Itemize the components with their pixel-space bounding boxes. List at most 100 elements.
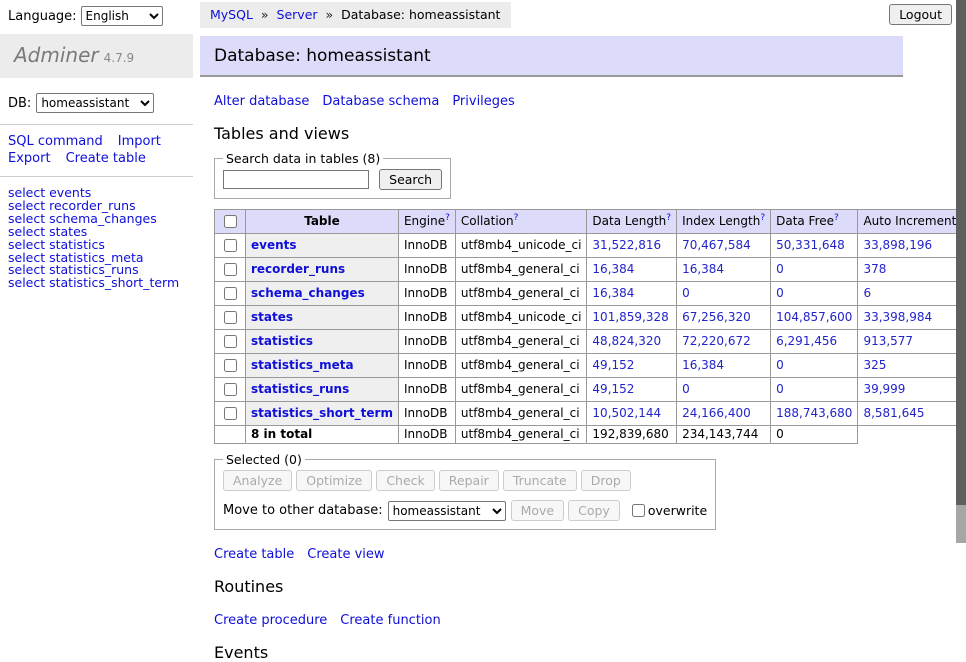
move-button[interactable]: Move — [511, 500, 565, 521]
auto-increment-cell: 33,398,984 — [858, 306, 966, 330]
search-button[interactable]: Search — [379, 169, 442, 190]
auto-increment-cell: 33,898,196 — [858, 234, 966, 258]
collation-cell: utf8mb4_general_ci — [455, 282, 587, 306]
routine-create-link[interactable]: Create function — [340, 613, 440, 628]
index-length-cell: 0 — [677, 282, 771, 306]
table-name-cell: statistics — [246, 330, 399, 354]
logout-area: Logout — [889, 4, 952, 25]
copy-button[interactable]: Copy — [568, 500, 620, 521]
move-label: Move to other database: — [223, 503, 383, 518]
breadcrumb-link[interactable]: MySQL — [210, 7, 253, 22]
move-db-select[interactable]: homeassistant — [388, 501, 506, 521]
help-link-icon[interactable]: ? — [445, 213, 450, 223]
selected-legend: Selected (0) — [223, 452, 305, 467]
database-action-link[interactable]: Privileges — [452, 94, 515, 109]
language-select[interactable]: English — [81, 6, 163, 26]
total-engine-cell: InnoDB — [398, 426, 455, 444]
index-length-cell: 70,467,584 — [677, 234, 771, 258]
help-link-icon[interactable]: ? — [666, 213, 671, 223]
row-checkbox[interactable] — [224, 287, 237, 300]
row-checkbox[interactable] — [224, 383, 237, 396]
sidebar-action-link[interactable]: Export — [8, 151, 51, 166]
header-row: TableEngine?Collation?Data Length?Index … — [215, 210, 966, 234]
overwrite-checkbox[interactable] — [632, 504, 645, 517]
row-checkbox[interactable] — [224, 407, 237, 420]
db-label: DB: — [8, 96, 31, 111]
help-link-icon[interactable]: ? — [760, 213, 765, 223]
check-button[interactable]: Check — [376, 470, 434, 491]
search-legend: Search data in tables (8) — [223, 151, 383, 166]
table-name-link[interactable]: states — [251, 310, 293, 324]
db-select[interactable]: homeassistant — [36, 93, 154, 113]
ghost-cell — [858, 426, 966, 444]
total-collation-cell: utf8mb4_general_ci — [455, 426, 587, 444]
table-name-cell: events — [246, 234, 399, 258]
truncate-button[interactable]: Truncate — [503, 470, 577, 491]
row-checkbox[interactable] — [224, 263, 237, 276]
breadcrumb-link[interactable]: Server — [277, 7, 318, 22]
sidebar-action-link[interactable]: SQL command — [8, 134, 103, 149]
table-row: eventsInnoDButf8mb4_unicode_ci31,522,816… — [215, 234, 966, 258]
column-header-data-free: Data Free? — [771, 210, 858, 234]
database-action-link[interactable]: Alter database — [214, 94, 309, 109]
row-checkbox[interactable] — [224, 335, 237, 348]
routines-heading: Routines — [214, 577, 903, 596]
help-link-icon[interactable]: ? — [834, 213, 839, 223]
search-input[interactable] — [223, 170, 369, 189]
routine-create-link[interactable]: Create procedure — [214, 613, 327, 628]
help-link-icon[interactable]: ? — [514, 213, 519, 223]
breadcrumb-separator: » — [257, 7, 273, 22]
scrollbar-thumb[interactable] — [956, 0, 966, 505]
sidebar-links-row: Export Create table — [8, 150, 193, 167]
index-length-cell: 0 — [677, 378, 771, 402]
table-name-link[interactable]: statistics_runs — [251, 382, 349, 396]
row-checkbox[interactable] — [224, 239, 237, 252]
table-row: schema_changesInnoDButf8mb4_general_ci16… — [215, 282, 966, 306]
table-row: recorder_runsInnoDButf8mb4_general_ci16,… — [215, 258, 966, 282]
table-name-link[interactable]: statistics_short_term — [251, 406, 393, 420]
engine-cell: InnoDB — [398, 378, 455, 402]
optimize-button[interactable]: Optimize — [296, 470, 372, 491]
drop-button[interactable]: Drop — [581, 470, 631, 491]
vertical-scrollbar[interactable] — [956, 0, 966, 543]
selected-fieldset: Selected (0) AnalyzeOptimizeCheckRepairT… — [214, 452, 716, 530]
tables-table-head: TableEngine?Collation?Data Length?Index … — [215, 210, 966, 234]
data-free-cell: 0 — [771, 282, 858, 306]
select-all-checkbox[interactable] — [224, 215, 237, 228]
table-name-cell: states — [246, 306, 399, 330]
search-fieldset: Search data in tables (8) Search — [214, 151, 451, 199]
sidebar-action-link[interactable]: Import — [118, 134, 161, 149]
sidebar-actions: SQL command Import Export Create table — [0, 125, 193, 176]
page-title: Database: homeassistant — [200, 36, 903, 77]
language-label: Language: — [8, 9, 77, 24]
column-header-data-length: Data Length? — [587, 210, 677, 234]
engine-cell: InnoDB — [398, 234, 455, 258]
table-name-link[interactable]: events — [251, 238, 297, 252]
table-name-link[interactable]: statistics_meta — [251, 358, 354, 372]
row-checkbox[interactable] — [224, 359, 237, 372]
data-length-cell: 49,152 — [587, 378, 677, 402]
repair-button[interactable]: Repair — [439, 470, 499, 491]
collation-cell: utf8mb4_general_ci — [455, 330, 587, 354]
logout-button[interactable]: Logout — [889, 4, 952, 25]
table-name-link[interactable]: recorder_runs — [251, 262, 345, 276]
collation-cell: utf8mb4_general_ci — [455, 258, 587, 282]
sidebar-table-link[interactable]: select statistics_short_term — [8, 277, 193, 290]
sidebar-tables-list: select eventsselect recorder_runsselect … — [0, 177, 193, 290]
app-name: Adminer — [14, 43, 99, 67]
data-length-cell: 16,384 — [587, 258, 677, 282]
table-row: statistics_short_termInnoDButf8mb4_gener… — [215, 402, 966, 426]
table-name-link[interactable]: schema_changes — [251, 286, 365, 300]
table-name-link[interactable]: statistics — [251, 334, 313, 348]
analyze-button[interactable]: Analyze — [223, 470, 292, 491]
sidebar-links-row: SQL command Import — [8, 133, 193, 150]
row-checkbox[interactable] — [224, 311, 237, 324]
sidebar: Language:English Adminer4.7.9 DB:homeass… — [0, 0, 193, 543]
database-action-link[interactable]: Database schema — [322, 94, 439, 109]
create-link[interactable]: Create table — [214, 547, 294, 562]
sidebar-action-link[interactable]: Create table — [66, 151, 146, 166]
engine-cell: InnoDB — [398, 354, 455, 378]
row-checkbox-cell — [215, 330, 246, 354]
create-link[interactable]: Create view — [307, 547, 384, 562]
row-checkbox-cell — [215, 354, 246, 378]
